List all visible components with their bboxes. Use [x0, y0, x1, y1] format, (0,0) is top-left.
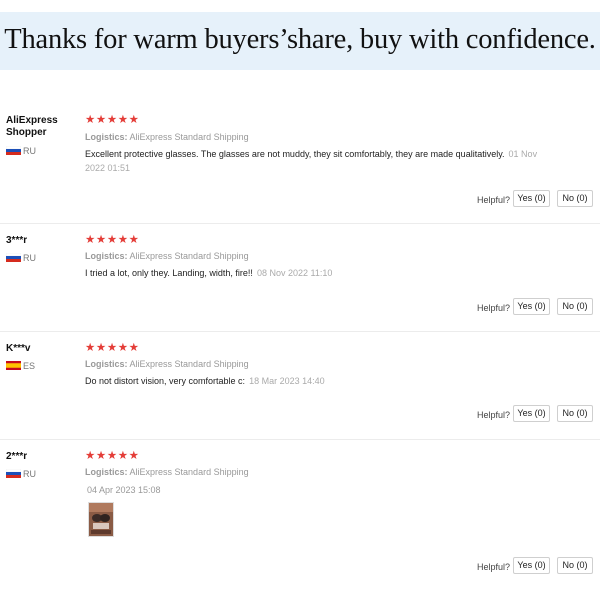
- logistics-method: AliExpress Standard Shipping: [129, 251, 249, 261]
- rating-stars: ★★★★★: [85, 234, 140, 246]
- spain-flag-icon: [6, 361, 21, 370]
- reviewer-name: K***v: [6, 343, 31, 354]
- review-text: I tried a lot, only they. Landing, width…: [85, 266, 550, 280]
- review-body: Excellent protective glasses. The glasse…: [85, 149, 505, 159]
- country-code: RU: [23, 469, 36, 479]
- helpful-no-button[interactable]: No (0): [557, 405, 593, 422]
- helpful-no-button[interactable]: No (0): [557, 190, 593, 207]
- logistics-label: Logistics:: [85, 132, 128, 142]
- review-divider: [0, 331, 600, 332]
- helpful-no-button[interactable]: No (0): [557, 557, 593, 574]
- reviewer-country: RU: [6, 469, 36, 479]
- logistics-info: Logistics: AliExpress Standard Shipping: [85, 251, 249, 262]
- helpful-yes-button[interactable]: Yes (0): [513, 405, 550, 422]
- reviewer-country: RU: [6, 146, 36, 156]
- helpful-label: Helpful?: [477, 303, 511, 313]
- review-date: 18 Mar 2023 14:40: [249, 376, 325, 386]
- review-photo-thumbnail[interactable]: [88, 502, 114, 537]
- russia-flag-icon: [6, 146, 21, 155]
- review-text: Excellent protective glasses. The glasse…: [85, 147, 550, 175]
- review-date: 08 Nov 2022 11:10: [256, 268, 333, 278]
- helpful-no-button[interactable]: No (0): [557, 298, 593, 315]
- logistics-method: AliExpress Standard Shipping: [129, 359, 249, 369]
- logistics-info: Logistics: AliExpress Standard Shipping: [85, 132, 249, 143]
- helpful-yes-button[interactable]: Yes (0): [513, 190, 550, 207]
- reviewer-country: RU: [6, 253, 36, 263]
- helpful-yes-button[interactable]: Yes (0): [513, 557, 550, 574]
- helpful-yes-button[interactable]: Yes (0): [513, 298, 550, 315]
- logistics-label: Logistics:: [85, 251, 128, 261]
- rating-stars: ★★★★★: [85, 450, 140, 462]
- helpful-label: Helpful?: [477, 562, 511, 572]
- rating-stars: ★★★★★: [85, 342, 140, 354]
- reviewer-country: ES: [6, 361, 35, 371]
- logistics-info: Logistics: AliExpress Standard Shipping: [85, 359, 249, 370]
- review-body: I tried a lot, only they. Landing, width…: [85, 268, 253, 278]
- review-text: Do not distort vision, very comfortable …: [85, 374, 550, 388]
- review-date: 04 Apr 2023 15:08: [87, 485, 161, 495]
- reviewer-name: AliExpress Shopper: [6, 115, 58, 138]
- helpful-label: Helpful?: [477, 195, 511, 205]
- banner-title: Thanks for warm buyers’share, buy with c…: [4, 24, 596, 55]
- review-divider: [0, 439, 600, 440]
- reviewer-name: 2***r: [6, 451, 28, 462]
- logistics-label: Logistics:: [85, 467, 128, 477]
- country-code: RU: [23, 146, 36, 156]
- country-code: ES: [23, 361, 36, 371]
- logistics-method: AliExpress Standard Shipping: [129, 132, 249, 142]
- logistics-method: AliExpress Standard Shipping: [129, 467, 249, 477]
- logistics-info: Logistics: AliExpress Standard Shipping: [85, 467, 249, 478]
- country-code: RU: [23, 253, 36, 263]
- logistics-label: Logistics:: [85, 359, 128, 369]
- russia-flag-icon: [6, 469, 21, 478]
- russia-flag-icon: [6, 253, 21, 262]
- rating-stars: ★★★★★: [85, 114, 140, 126]
- reviewer-name: 3***r: [6, 235, 28, 246]
- review-body: Do not distort vision, very comfortable …: [85, 376, 246, 386]
- helpful-label: Helpful?: [477, 410, 511, 420]
- review-divider: [0, 223, 600, 224]
